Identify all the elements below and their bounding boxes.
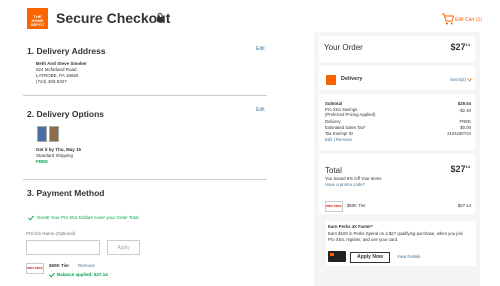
tax-value: $0.00 — [460, 125, 471, 130]
address-phone: (724) 493-5327 — [36, 79, 67, 84]
delivery-row-value: FREE — [459, 119, 471, 124]
items-toggle[interactable]: Items(2) — [430, 77, 466, 83]
delivery-options-title: 2. Delivery Options — [27, 109, 104, 119]
balance-applied-text: Balance applied: $27.14 — [57, 272, 108, 277]
remove-card-link[interactable]: Remove — [78, 263, 95, 269]
payment-method-title: 3. Payment Method — [27, 188, 105, 198]
pro-xtra-cover-message: Great! Your Pro Xtra Dollars cover your … — [37, 215, 139, 220]
delivery-box-icon — [326, 75, 336, 85]
pro-xtra-card-icon: PRO XTRA — [325, 201, 343, 212]
chevron-down-icon[interactable] — [467, 78, 472, 82]
divider — [23, 95, 267, 96]
card-tier-label: $50K Tier — [347, 203, 366, 208]
credit-card-image — [328, 251, 346, 262]
delivery-row-label: Delivery — [325, 119, 341, 124]
po-job-name-input[interactable] — [26, 240, 100, 255]
your-order-title: Your Order — [324, 43, 363, 52]
savings-sub: (Preferred Pricing Applied) — [325, 112, 376, 117]
po-job-name-label: PO/Job Name (Optional) — [26, 231, 76, 236]
saved-message: You Saved 8% Off Your Items — [325, 176, 382, 181]
edit-delivery-options-link[interactable]: Edit — [256, 107, 265, 113]
total-label: Total — [325, 166, 342, 175]
lock-icon — [157, 13, 163, 22]
product-thumbnail — [37, 126, 47, 142]
view-details-link[interactable]: View Details — [397, 254, 421, 260]
logo-text: THE HOME DEPOT — [30, 14, 45, 27]
promo-code-link[interactable]: Have a promo code? — [325, 182, 365, 188]
product-thumbnail — [49, 126, 59, 142]
edit-cart-link[interactable]: Edit Cart (1) — [455, 17, 482, 23]
shipping-price: FREE — [36, 159, 49, 164]
divider — [23, 179, 267, 180]
subtotal-value: $29.54 — [457, 101, 471, 106]
savings-value: -$2.40 — [458, 108, 471, 113]
tax-exempt-label: Tax Exempt ID — [325, 131, 353, 136]
page-title: Secure Checkout — [56, 10, 171, 26]
tax-exempt-value: 2104180724 — [447, 131, 471, 136]
order-total: $2714 — [450, 164, 470, 174]
delivery-address-title: 1. Delivery Address — [27, 46, 106, 56]
pro-xtra-card-icon: PRO XTRA — [26, 263, 44, 274]
home-depot-logo[interactable]: THE HOME DEPOT — [27, 8, 48, 29]
checkmark-icon — [49, 272, 55, 278]
perks-title: Earn Perks 4X Faster* — [328, 224, 373, 229]
tax-exempt-edit-remove[interactable]: Edit | Remove — [325, 137, 352, 143]
order-total-top: $2714 — [450, 42, 470, 52]
cart-icon[interactable] — [442, 13, 454, 25]
subtotal-label: Subtotal — [325, 101, 343, 106]
delivery-label: Delivery — [341, 76, 363, 82]
card-applied-value: $27.14 — [457, 203, 471, 208]
tax-label: Estimated Sales Tax* — [325, 125, 366, 130]
checkmark-icon — [28, 215, 34, 221]
edit-address-link[interactable]: Edit — [256, 46, 265, 52]
apply-now-button[interactable]: Apply Now — [350, 252, 390, 263]
card-tier-label: $50K Tier — [49, 263, 70, 268]
perks-body: Earn $100 in Perks Spend on a $27 qualif… — [328, 231, 463, 242]
apply-button[interactable]: Apply — [107, 240, 140, 255]
